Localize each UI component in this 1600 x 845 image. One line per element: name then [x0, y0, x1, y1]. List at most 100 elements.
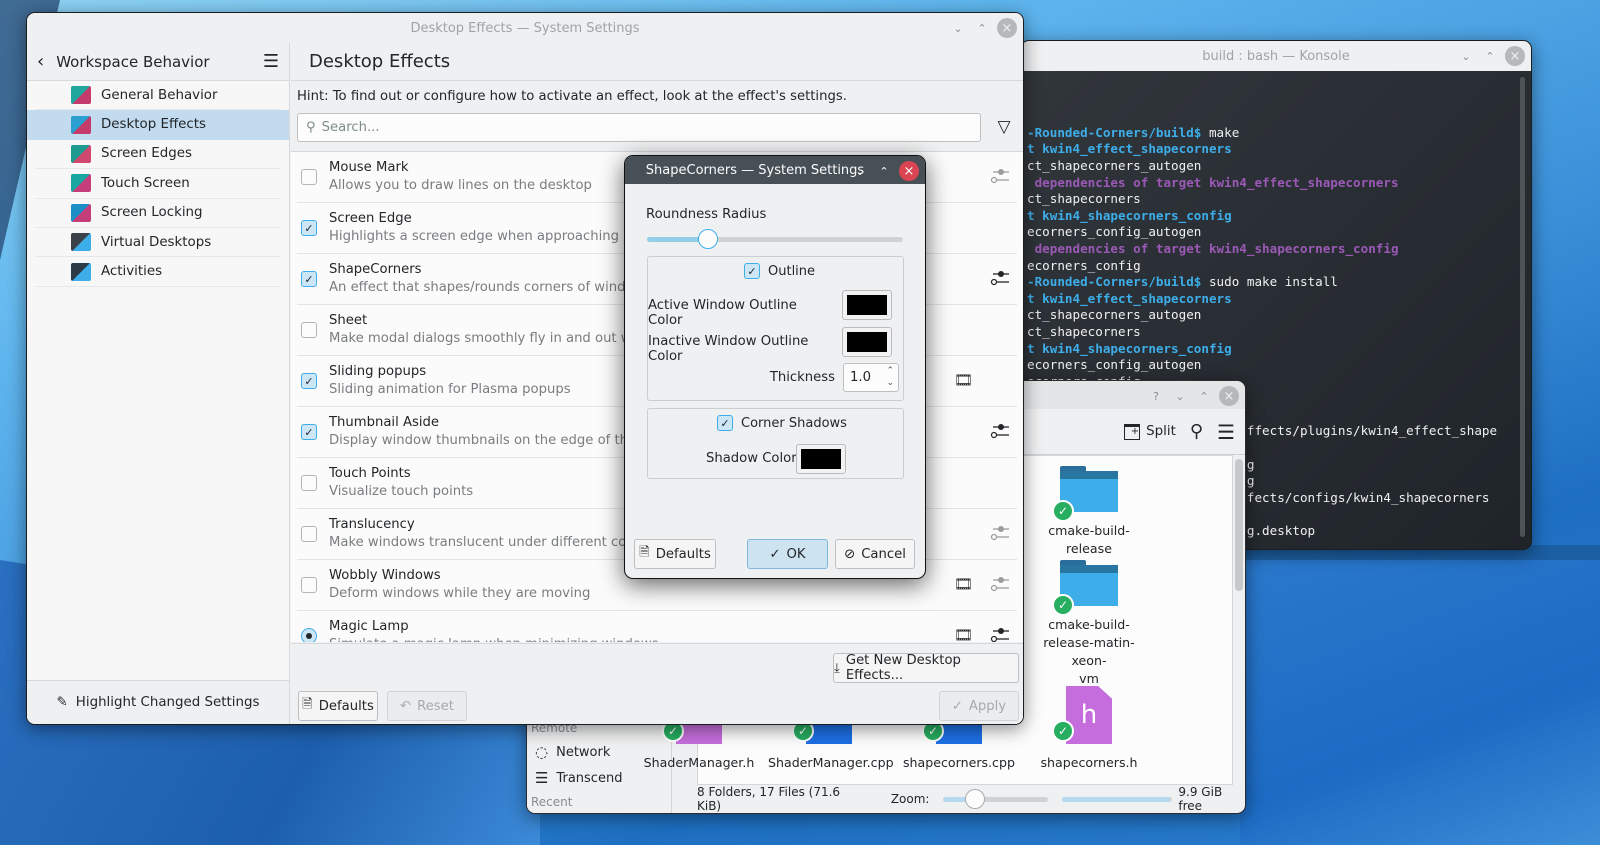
corner-shadows-checkbox-box[interactable]: ✓	[717, 415, 733, 431]
terminal-text: ecorners_config_autogen	[1027, 224, 1202, 240]
search-input[interactable]: ⚲ Search...	[297, 113, 981, 142]
cancel-button[interactable]: ⊘ Cancel	[835, 539, 915, 569]
close-button[interactable]: ×	[899, 161, 919, 181]
cancel-label: Cancel	[861, 546, 906, 562]
status-summary: 8 Folders, 17 Files (71.6 KiB)	[697, 785, 841, 813]
shapecorners-dialog[interactable]: ShapeCorners — System Settings ⌄ ⌃ × Rou…	[624, 155, 926, 579]
sync-status-icon: ✓	[1052, 594, 1074, 616]
apply-label: Apply	[968, 698, 1007, 714]
terminal-text: -Rounded-Corners/build$	[1027, 124, 1202, 140]
konsole-titlebar[interactable]: build : bash — Konsole ⌄ ⌃ ×	[1021, 41, 1531, 71]
minimize-button[interactable]: ⌄	[1171, 387, 1189, 405]
sidebar-item-screen-edges[interactable]: Screen Edges	[35, 140, 281, 170]
hamburger-menu-icon[interactable]: ☰	[263, 51, 279, 72]
sidebar-item-screen-locking[interactable]: Screen Locking	[35, 199, 281, 228]
effect-radio[interactable]	[301, 628, 317, 642]
filter-icon[interactable]: ▽	[993, 117, 1015, 139]
desktop-effects-icon	[71, 115, 91, 134]
sidebar-item-desktop-effects[interactable]: Desktop Effects	[27, 110, 289, 140]
minimize-button[interactable]: ⌄	[1457, 47, 1475, 65]
apply-button[interactable]: ✓ Apply	[939, 691, 1019, 721]
defaults-button[interactable]: 🗎 Defaults	[298, 691, 378, 721]
maximize-button[interactable]: ⌃	[973, 19, 991, 37]
sidebar-item-general-behavior[interactable]: General Behavior	[35, 81, 281, 111]
effect-checkbox[interactable]: ✓	[301, 424, 317, 440]
inactive-outline-color-button[interactable]	[842, 327, 892, 357]
configure-icon[interactable]	[989, 164, 1011, 188]
configure-icon[interactable]	[989, 572, 1011, 596]
terminal-text: t kwin4_effect_shapecorners	[1027, 290, 1232, 306]
configure-icon[interactable]	[989, 623, 1011, 642]
corner-shadows-checkbox[interactable]: ✓ Corner Shadows	[717, 415, 847, 431]
maximize-button[interactable]: ⌃	[875, 162, 893, 180]
maximize-button[interactable]: ⌃	[1481, 47, 1499, 65]
sidebar-item-virtual-desktops[interactable]: Virtual Desktops	[35, 228, 281, 258]
file-item[interactable]: ✓ cmake-build-release	[1028, 466, 1150, 558]
configure-icon[interactable]	[989, 419, 1011, 443]
configure-icon[interactable]	[989, 266, 1011, 290]
effect-checkbox[interactable]	[301, 322, 317, 338]
effect-description: Visualize touch points	[329, 484, 474, 499]
search-icon[interactable]: ⚲	[1190, 421, 1203, 442]
file-item[interactable]: h ✓ shapecorners.h	[1028, 686, 1150, 772]
effect-row[interactable]: Magic Lamp Simulate a magic lamp when min…	[297, 611, 1017, 642]
sidebar-item-touch-screen[interactable]: Touch Screen	[35, 169, 281, 199]
thickness-spinbox[interactable]: 1.0 ⌃ ⌄	[843, 363, 899, 392]
get-new-effects-button[interactable]: ⤓ Get New Desktop Effects...	[833, 653, 1019, 683]
highlight-changed-settings-button[interactable]: ✎ Highlight Changed Settings	[27, 680, 289, 724]
sidebar-item-activities[interactable]: Activities	[35, 257, 281, 287]
settings-titlebar[interactable]: Desktop Effects — System Settings ⌄ ⌃ ×	[27, 13, 1023, 43]
minimize-button[interactable]: ⌄	[851, 162, 869, 180]
sidebar-header: ‹ Workspace Behavior ☰	[27, 43, 289, 81]
terminal-line: t kwin4_shapecorners_config	[1027, 208, 1531, 225]
terminal-text: ecorners_config_autogen	[1027, 357, 1202, 373]
configure-icon[interactable]	[989, 521, 1011, 545]
terminal-text: sudo make install	[1201, 274, 1338, 290]
defaults-icon: 🗎	[302, 697, 313, 712]
sidebar-item-label: Virtual Desktops	[101, 234, 212, 250]
zoom-slider-handle[interactable]	[964, 788, 985, 809]
back-arrow-icon[interactable]: ‹	[37, 51, 44, 72]
close-button[interactable]: ×	[1219, 386, 1239, 406]
effect-checkbox[interactable]: ✓	[301, 220, 317, 236]
effect-checkbox[interactable]: ✓	[301, 373, 317, 389]
roundness-slider[interactable]	[647, 229, 903, 249]
split-button[interactable]: + Split	[1124, 423, 1176, 440]
close-button[interactable]: ×	[997, 18, 1017, 38]
dialog-titlebar[interactable]: ShapeCorners — System Settings ⌄ ⌃ ×	[625, 156, 925, 184]
reset-label: Reset	[417, 698, 454, 714]
video-icon[interactable]: 🎞	[954, 371, 973, 389]
help-button[interactable]: ?	[1147, 387, 1165, 405]
file-view-scrollbar[interactable]	[1235, 459, 1243, 591]
back-label[interactable]: Workspace Behavior	[56, 53, 209, 71]
roundness-slider-handle[interactable]	[698, 229, 719, 249]
file-item[interactable]: ✓ cmake-build- release-matin-xeon- vm	[1028, 560, 1150, 688]
outline-checkbox-box[interactable]: ✓	[744, 263, 760, 279]
zoom-slider[interactable]	[943, 788, 1049, 809]
shadow-color-button[interactable]	[796, 444, 846, 474]
dialog-defaults-button[interactable]: 🗎 Defaults	[634, 539, 716, 569]
close-button[interactable]: ×	[1505, 46, 1525, 66]
check-icon: ✓	[951, 698, 963, 714]
terminal-line: ct_shapecorners	[1027, 324, 1531, 341]
shadow-color-label: Shadow Color	[706, 451, 797, 466]
maximize-button[interactable]: ⌃	[1195, 387, 1213, 405]
activities-icon	[71, 262, 91, 281]
spin-arrows-icon[interactable]: ⌃ ⌄	[886, 365, 894, 389]
ok-button[interactable]: ✓ OK	[747, 539, 828, 569]
effect-checkbox[interactable]	[301, 475, 317, 491]
terminal-line: t kwin4_effect_shapecorners	[1027, 291, 1531, 308]
hamburger-menu-icon[interactable]: ☰	[1217, 420, 1235, 444]
reset-button[interactable]: ↶ Reset	[387, 691, 467, 721]
active-outline-color-button[interactable]	[842, 290, 892, 320]
outline-checkbox[interactable]: ✓ Outline	[744, 263, 815, 279]
terminal-line: dependencies of target kwin4_shapecorner…	[1027, 241, 1531, 258]
effect-checkbox[interactable]	[301, 169, 317, 185]
terminal-scrollbar[interactable]	[1520, 77, 1525, 537]
effect-checkbox[interactable]: ✓	[301, 271, 317, 287]
effect-checkbox[interactable]	[301, 577, 317, 593]
effect-checkbox[interactable]	[301, 526, 317, 542]
minimize-button[interactable]: ⌄	[949, 19, 967, 37]
video-icon[interactable]: 🎞	[954, 626, 973, 642]
video-icon[interactable]: 🎞	[954, 575, 973, 593]
